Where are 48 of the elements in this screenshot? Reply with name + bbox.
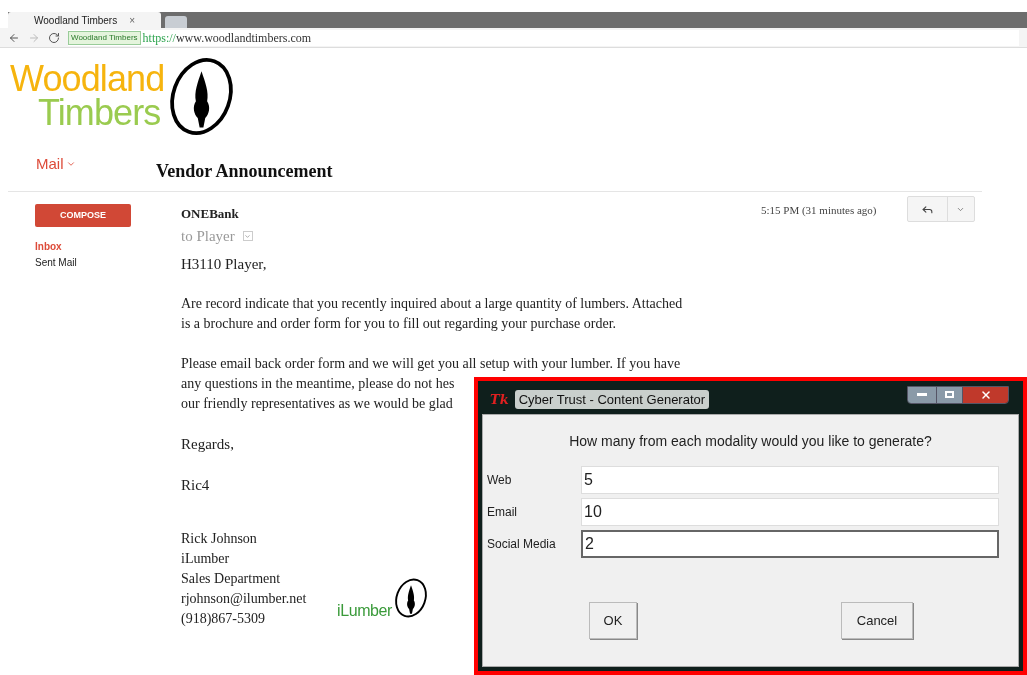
compose-button[interactable]: COMPOSE <box>35 204 131 227</box>
logo-word: Timbers <box>37 96 162 130</box>
url-scheme: https:// <box>142 29 176 47</box>
browser-tab[interactable]: Woodland Timbers × <box>8 12 162 28</box>
back-icon[interactable] <box>8 31 20 44</box>
signoff-text: Ric4 <box>181 476 210 495</box>
mail-menu[interactable]: Mail <box>36 152 64 175</box>
signature-line: Rick Johnson <box>181 530 258 548</box>
recipient-text: to Player <box>181 227 235 246</box>
field-label: Email <box>487 504 518 521</box>
app-icon: Tk <box>490 389 509 410</box>
input-field[interactable]: 10 <box>581 498 999 526</box>
folder-link[interactable]: Sent Mail <box>35 255 181 271</box>
address-bar[interactable]: Woodland Timbers https://www.woodlandtimbers.com <box>68 29 1019 46</box>
body-text-line: Are record indicate that you recently inquired about a large quantity of lumbers. Attached <box>181 295 683 313</box>
dialog-button[interactable]: OK <box>589 602 637 639</box>
signature-line: rjohnson@ilumber.net <box>181 590 308 608</box>
logo-word: Woodland <box>10 62 165 96</box>
new-tab-button[interactable] <box>165 16 188 28</box>
input-field[interactable]: 2 <box>581 530 999 558</box>
closing-text: Regards, <box>181 435 234 454</box>
email-subject: Vendor Announcement <box>156 160 333 183</box>
close-button[interactable] <box>962 386 1008 403</box>
close-icon[interactable]: × <box>129 12 136 28</box>
greeting-text: H3110 Player, <box>181 255 267 274</box>
folder-link[interactable]: Inbox <box>35 239 181 255</box>
input-field[interactable]: 5 <box>581 466 999 494</box>
maximize-button[interactable] <box>936 386 962 403</box>
field-label: Web <box>487 472 513 489</box>
dialog-button[interactable]: Cancel <box>841 602 913 639</box>
body-text-line: any questions in the meantime, please do not hes <box>181 375 455 393</box>
message-time: 5:15 PM (31 minutes ago) <box>761 203 877 218</box>
reload-icon[interactable] <box>48 31 60 44</box>
signature-logo-text: iLumber <box>337 601 392 621</box>
close-icon[interactable] <box>979 388 992 401</box>
secure-site-badge: Woodland Timbers <box>68 30 141 45</box>
minimize-button[interactable] <box>908 386 936 403</box>
dialog-question: How many from each modality would you like to generate? <box>568 432 933 451</box>
signature-line: iLumber <box>181 550 231 568</box>
signature-line: Sales Department <box>181 570 282 588</box>
field-label: Social Media <box>487 536 557 553</box>
body-text-line: Please email back order form and we will get you all setup with your lumber. If you have <box>181 355 681 373</box>
sender-name: ONEBank <box>181 205 240 223</box>
body-text-line: is a brochure and order form for you to fill out regarding your purchase order. <box>181 315 617 333</box>
signature-line: (918)867-5309 <box>181 610 266 628</box>
body-text-line: our friendly representatives as we would be glad <box>181 395 453 413</box>
url-host: www.woodlandtimbers.com <box>175 29 312 47</box>
dialog-title: Cyber Trust - Content Generator <box>514 389 710 410</box>
